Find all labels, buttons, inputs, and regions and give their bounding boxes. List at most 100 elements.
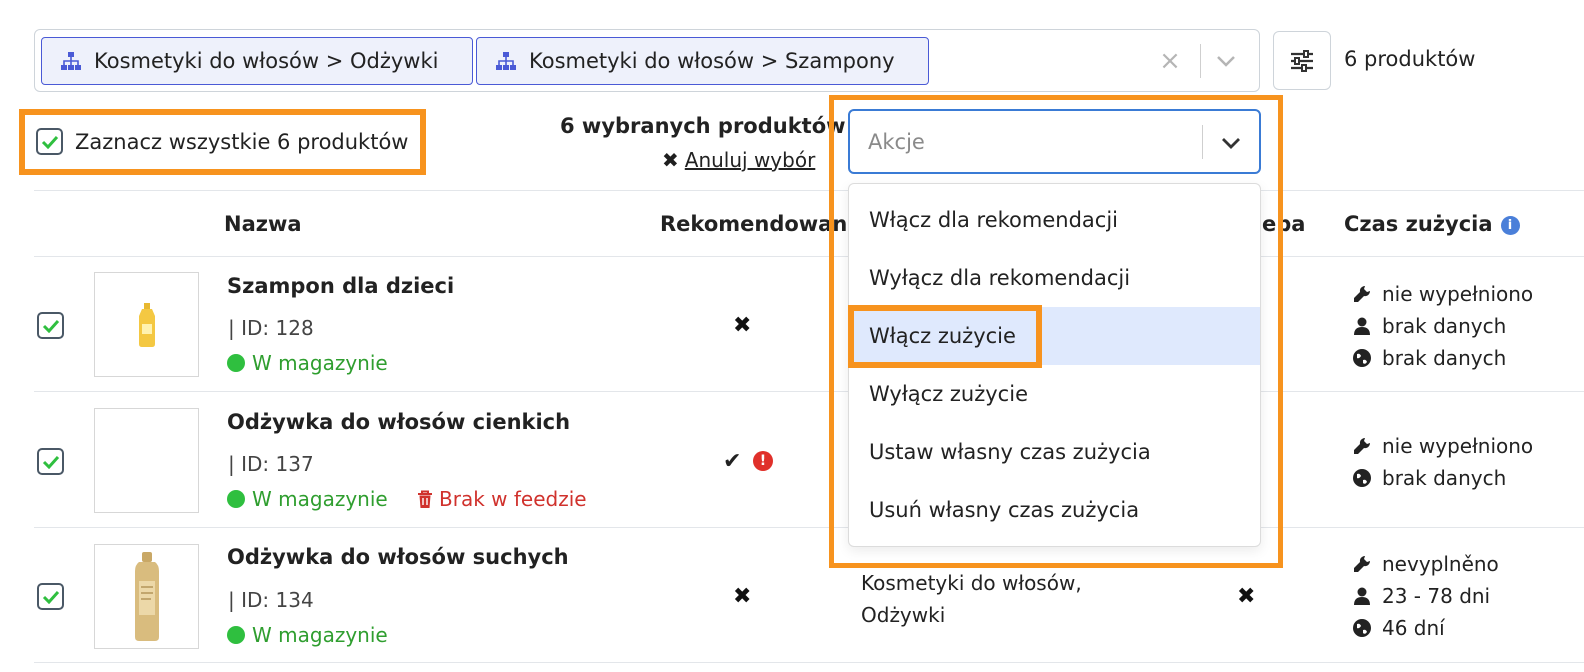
checkbox-checked[interactable]	[36, 128, 63, 155]
stock-status: W magazynie	[227, 351, 388, 375]
column-header-name[interactable]: Nazwa	[224, 212, 302, 236]
cancel-selection-label: Anuluj wybór	[684, 148, 816, 172]
selected-count: 6 wybranych produktów	[560, 114, 846, 138]
globe-icon	[1353, 619, 1371, 637]
usage-time-cell: nevyplněno 23 - 78 dni 46 dní	[1352, 548, 1499, 644]
row-divider	[34, 527, 1584, 528]
filter-separator	[1200, 44, 1201, 78]
column-header-need[interactable]: eba	[1262, 212, 1305, 236]
usage-line: nevyplněno	[1352, 548, 1499, 580]
actions-placeholder: Akcje	[868, 130, 925, 154]
row-checkbox[interactable]	[37, 583, 64, 610]
filter-chip-szampony[interactable]: Kosmetyki do włosów > Szampony	[476, 37, 929, 85]
sliders-icon	[1291, 49, 1313, 72]
usage-line: nie wypełniono	[1352, 430, 1533, 462]
in-stock-dot-icon	[227, 354, 245, 372]
sitemap-icon	[61, 52, 81, 70]
column-header-recommended[interactable]: Rekomendowane	[660, 212, 862, 236]
usage-value: brak danych	[1382, 314, 1507, 338]
shampoo-bottle-image	[138, 302, 155, 347]
menu-item-set-custom-usage[interactable]: Ustaw własny czas zużycia	[849, 423, 1260, 481]
product-name[interactable]: Szampon dla dzieci	[227, 274, 454, 298]
not-recommended-icon: ✖	[733, 584, 752, 609]
feed-status-label: Brak w feedzie	[439, 487, 587, 511]
user-icon	[1354, 587, 1370, 605]
in-stock-dot-icon	[227, 626, 245, 644]
usage-value: brak danych	[1382, 466, 1507, 490]
select-all-checkbox[interactable]: Zaznacz wszystkie 6 produktów	[36, 128, 408, 155]
usage-time-header-label: Czas zużycia	[1344, 212, 1493, 236]
stock-label: W magazynie	[252, 487, 388, 511]
product-thumbnail[interactable]	[94, 408, 199, 513]
actions-menu: Włącz dla rekomendacji Wyłącz dla rekome…	[848, 183, 1261, 547]
filter-settings-button[interactable]	[1273, 31, 1331, 90]
menu-item-disable-recommendation[interactable]: Wyłącz dla rekomendacji	[849, 249, 1260, 307]
check-icon	[41, 135, 58, 149]
usage-value: 23 - 78 dni	[1382, 584, 1491, 608]
row-divider	[34, 662, 1584, 663]
stock-label: W magazynie	[252, 623, 388, 647]
row-checkbox[interactable]	[37, 448, 64, 475]
usage-value: nie wypełniono	[1382, 282, 1534, 306]
product-id: | ID: 134	[228, 588, 314, 612]
close-icon: ✖	[662, 148, 679, 172]
feed-status: Brak w feedzie	[417, 487, 587, 511]
row-checkbox[interactable]	[37, 312, 64, 339]
select-all-label: Zaznacz wszystkie 6 produktów	[75, 129, 409, 154]
not-recommended-icon: ✖	[733, 313, 752, 338]
menu-item-enable-usage[interactable]: Włącz zużycie	[849, 307, 1260, 365]
user-icon	[1354, 317, 1370, 335]
filter-chip-label: Kosmetyki do włosów > Odżywki	[94, 49, 439, 73]
chevron-down-icon[interactable]	[1215, 48, 1237, 74]
product-id: | ID: 128	[228, 316, 314, 340]
wrench-icon	[1354, 555, 1371, 572]
usage-line: brak danych	[1352, 310, 1533, 342]
cancel-selection-link[interactable]: ✖ Anuluj wybór	[662, 148, 815, 172]
product-name[interactable]: Odżywka do włosów suchych	[227, 545, 569, 569]
product-thumbnail[interactable]	[94, 272, 199, 377]
usage-value: brak danych	[1382, 346, 1507, 370]
product-name[interactable]: Odżywka do włosów cienkich	[227, 410, 570, 434]
product-thumbnail[interactable]	[94, 544, 199, 649]
menu-item-remove-custom-usage[interactable]: Usuń własny czas zużycia	[849, 481, 1260, 539]
menu-item-enable-recommendation[interactable]: Włącz dla rekomendacji	[849, 191, 1260, 249]
info-icon[interactable]: i	[1500, 216, 1520, 235]
clear-filter-icon[interactable]: ×	[1155, 44, 1185, 78]
category-line: Kosmetyki do włosów,	[861, 571, 1082, 595]
usage-time-cell: nie wypełniono brak danych	[1352, 430, 1533, 494]
product-count: 6 produktów	[1344, 47, 1476, 71]
actions-select[interactable]: Akcje	[848, 109, 1261, 174]
stock-label: W magazynie	[252, 351, 388, 375]
globe-icon	[1353, 469, 1371, 487]
check-icon	[42, 455, 59, 469]
wrench-icon	[1354, 437, 1371, 454]
filter-chip-odzywki[interactable]: Kosmetyki do włosów > Odżywki	[41, 37, 473, 85]
usage-value: nevyplněno	[1382, 552, 1499, 576]
row-divider	[34, 391, 1584, 392]
chevron-down-icon[interactable]	[1220, 131, 1242, 155]
alert-icon[interactable]: !	[753, 451, 773, 471]
in-stock-dot-icon	[227, 490, 245, 508]
actions-separator	[1202, 125, 1203, 159]
check-icon	[42, 590, 59, 604]
category-filter[interactable]: Kosmetyki do włosów > Odżywki Kosmetyki …	[34, 29, 1260, 92]
recommended-check-icon: ✔	[723, 449, 742, 474]
conditioner-bottle-image	[134, 551, 159, 641]
usage-value: 46 dní	[1382, 616, 1445, 640]
usage-time-cell: nie wypełniono brak danych brak danych	[1352, 278, 1533, 374]
trash-icon	[418, 490, 432, 508]
stock-status: W magazynie	[227, 623, 388, 647]
need-cross-icon: ✖	[1237, 584, 1256, 609]
category-line: Odżywki	[861, 603, 946, 627]
sitemap-icon	[496, 52, 516, 70]
column-header-usage-time[interactable]: Czas zużycia i	[1344, 212, 1520, 236]
usage-line: 23 - 78 dni	[1352, 580, 1499, 612]
wrench-icon	[1354, 285, 1371, 302]
filter-chip-label: Kosmetyki do włosów > Szampony	[529, 49, 895, 73]
stock-status: W magazynie	[227, 487, 388, 511]
product-category: Kosmetyki do włosów, Odżywki	[861, 567, 1082, 631]
menu-item-disable-usage[interactable]: Wyłącz zużycie	[849, 365, 1260, 423]
table-header-border	[34, 256, 1584, 257]
table-top-border	[34, 190, 1584, 191]
usage-line: brak danych	[1352, 462, 1533, 494]
